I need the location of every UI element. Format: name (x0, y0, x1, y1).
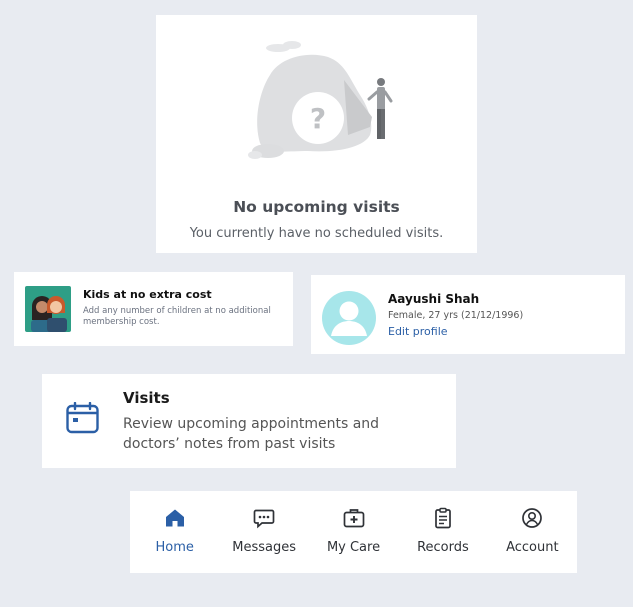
question-mark-illustration: ? (248, 41, 393, 159)
visits-feature-title: Visits (123, 389, 170, 407)
medical-kit-icon (343, 509, 364, 528)
messages-icon (253, 509, 275, 529)
nav-item-account[interactable]: Account (488, 491, 577, 573)
visits-feature-card[interactable]: Visits Review upcoming appointments and … (42, 374, 456, 468)
kids-promo-card[interactable]: Kids at no extra cost Add any number of … (14, 272, 293, 346)
account-icon (522, 508, 543, 528)
profile-card: Aayushi Shah Female, 27 yrs (21/12/1996)… (311, 275, 625, 354)
nav-label-account: Account (506, 540, 559, 555)
empty-state-subtitle: You currently have no scheduled visits. (189, 226, 444, 241)
user-avatar-icon (322, 291, 376, 345)
nav-label-records: Records (417, 540, 469, 555)
bottom-navigation: Home Messages My Care Records Account (130, 491, 577, 573)
kids-promo-title: Kids at no extra cost (83, 288, 212, 301)
profile-details: Female, 27 yrs (21/12/1996) (388, 310, 524, 321)
nav-item-records[interactable]: Records (398, 491, 487, 573)
visits-feature-description: Review upcoming appointments and doctors… (123, 416, 380, 452)
nav-label-my-care: My Care (326, 540, 381, 555)
empty-state-title: No upcoming visits (233, 198, 400, 216)
nav-item-messages[interactable]: Messages (219, 491, 308, 573)
profile-name: Aayushi Shah (388, 292, 480, 306)
svg-text:?: ? (310, 102, 326, 135)
empty-visits-card: ? No upcoming visits You currently have … (156, 15, 477, 253)
nav-label-messages: Messages (232, 540, 296, 555)
nav-item-home[interactable]: Home (130, 491, 219, 573)
calendar-icon (66, 402, 99, 434)
kids-illustration (25, 286, 71, 332)
clipboard-icon (435, 507, 451, 529)
nav-label-home: Home (155, 540, 194, 555)
kids-promo-description: Add any number of children at no additio… (83, 306, 271, 327)
edit-profile-link[interactable]: Edit profile (388, 325, 448, 338)
nav-item-my-care[interactable]: My Care (309, 491, 398, 573)
home-icon (165, 509, 184, 527)
